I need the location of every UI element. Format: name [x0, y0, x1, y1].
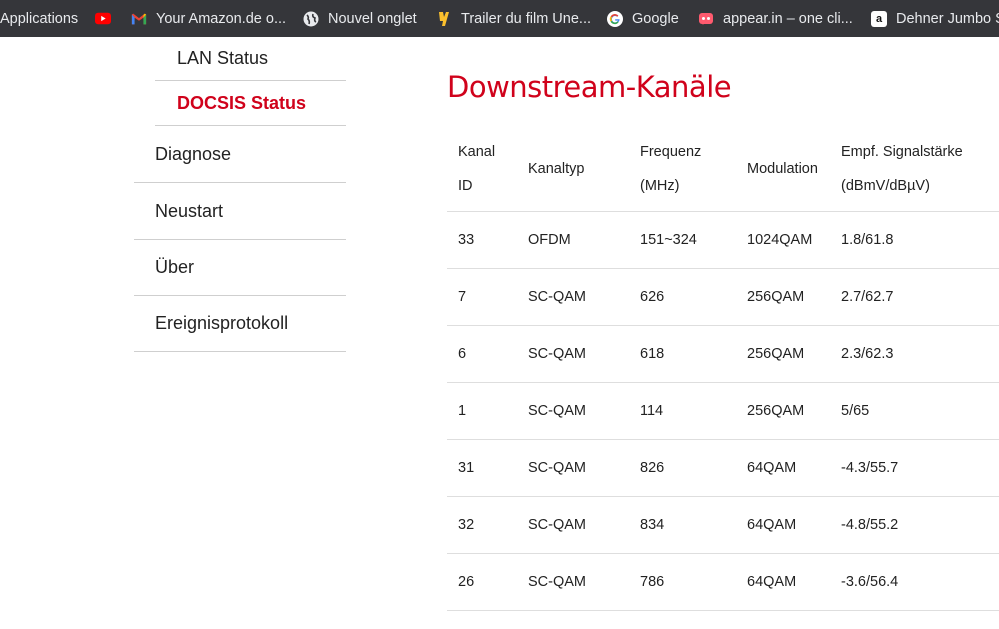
- header-frequenz: Frequenz (MHz): [629, 127, 736, 212]
- bookmark-label: Trailer du film Une...: [461, 10, 591, 27]
- header-line1: Empf. Signalstärke: [841, 143, 963, 160]
- sidebar-item-label: Ereignisprotokoll: [155, 313, 289, 333]
- header-line1: Kanal: [458, 143, 496, 160]
- sidebar-item-ueber[interactable]: Über: [134, 240, 346, 296]
- cell-kanaltyp: SC-QAM: [517, 268, 629, 326]
- bookmark-label: appear.in – one cli...: [723, 10, 853, 27]
- cell-kanaltyp: OFDM: [517, 211, 629, 269]
- bookmark-your-amazon[interactable]: Your Amazon.de o...: [131, 11, 286, 27]
- bookmark-youtube[interactable]: [95, 11, 120, 27]
- header-line1: Kanaltyp: [528, 160, 585, 177]
- cell-signalstaerke: 1.8/61.8: [830, 211, 999, 269]
- youtube-icon: [95, 11, 111, 27]
- header-modulation: Modulation: [736, 127, 830, 212]
- appear-icon: [698, 11, 714, 27]
- cell-modulation: 256QAM: [736, 382, 830, 440]
- table-header-row: Kanal ID Kanaltyp Frequenz (MHz) Modulat…: [447, 127, 999, 212]
- header-kanal-id: Kanal ID: [447, 127, 517, 212]
- cell-kanal-id: 31: [447, 439, 517, 497]
- google-icon: [607, 10, 623, 27]
- table-row: 26 SC-QAM 786 64QAM -3.6/56.4: [447, 553, 999, 611]
- sidebar-item-label: LAN Status: [177, 48, 269, 68]
- sidebar-item-neustart[interactable]: Neustart: [134, 184, 346, 240]
- cell-modulation: 256QAM: [736, 325, 830, 383]
- bookmark-applications[interactable]: Applications: [0, 11, 78, 27]
- bookmark-appear-in[interactable]: appear.in – one cli...: [698, 11, 853, 27]
- sidebar-item-lan-status[interactable]: LAN Status: [155, 37, 346, 81]
- cell-frequenz: 834: [629, 496, 736, 554]
- cell-frequenz: 151~324: [629, 211, 736, 269]
- cell-signalstaerke: -4.8/55.2: [830, 496, 999, 554]
- table-row: 6 SC-QAM 618 256QAM 2.3/62.3: [447, 325, 999, 383]
- cell-kanaltyp: SC-QAM: [517, 325, 629, 383]
- sidebar-item-diagnose[interactable]: Diagnose: [134, 127, 346, 183]
- table-row: 33 OFDM 151~324 1024QAM 1.8/61.8: [447, 211, 999, 269]
- cell-kanal-id: 33: [447, 211, 517, 269]
- cell-frequenz: 626: [629, 268, 736, 326]
- bookmark-label: Your Amazon.de o...: [156, 10, 287, 27]
- sidebar-item-label: Diagnose: [155, 144, 232, 164]
- bookmark-google[interactable]: Google: [607, 10, 679, 27]
- gmail-icon: [131, 11, 147, 27]
- sidebar-item-label: DOCSIS Status: [177, 93, 307, 113]
- table-row: 31 SC-QAM 826 64QAM -4.3/55.7: [447, 439, 999, 497]
- table-row: 1 SC-QAM 114 256QAM 5/65: [447, 382, 999, 440]
- sidebar-item-docsis-status[interactable]: DOCSIS Status: [155, 82, 346, 126]
- header-signalstaerke: Empf. Signalstärke (dBmV/dBµV): [830, 127, 999, 212]
- cell-frequenz: 114: [629, 382, 736, 440]
- cell-kanal-id: 7: [447, 268, 517, 326]
- header-line2: (MHz): [640, 177, 680, 194]
- header-line1: Modulation: [747, 160, 818, 177]
- cell-kanal-id: 26: [447, 553, 517, 611]
- cell-kanaltyp: SC-QAM: [517, 496, 629, 554]
- sidebar-item-label: Neustart: [155, 201, 224, 221]
- page-title: Downstream-Kanäle: [447, 70, 732, 104]
- bookmark-label: Nouvel onglet: [328, 10, 417, 27]
- cell-frequenz: 826: [629, 439, 736, 497]
- cell-kanal-id: 6: [447, 325, 517, 383]
- header-line2: (dBmV/dBµV): [841, 177, 930, 194]
- sidebar-item-ereignisprotokoll[interactable]: Ereignisprotokoll: [134, 296, 346, 352]
- cell-kanal-id: 1: [447, 382, 517, 440]
- cell-modulation: 256QAM: [736, 268, 830, 326]
- cell-modulation: 64QAM: [736, 439, 830, 497]
- sidebar-item-label: Über: [155, 257, 195, 277]
- cell-signalstaerke: -4.3/55.7: [830, 439, 999, 497]
- bookmarks-bar: Applications Your Amazon.de o... Nouvel …: [0, 0, 999, 37]
- globe-icon: [303, 11, 319, 27]
- amazon-icon: a: [871, 10, 887, 27]
- header-kanaltyp: Kanaltyp: [517, 127, 629, 212]
- cell-signalstaerke: 2.3/62.3: [830, 325, 999, 383]
- cell-signalstaerke: 2.7/62.7: [830, 268, 999, 326]
- table-row: 7 SC-QAM 626 256QAM 2.7/62.7: [447, 268, 999, 326]
- bookmark-label: Dehner Jumbo S: [896, 10, 999, 27]
- bookmark-trailer[interactable]: Trailer du film Une...: [436, 11, 591, 27]
- header-line2: ID: [458, 177, 473, 194]
- header-line1: Frequenz: [640, 143, 702, 160]
- cell-kanaltyp: SC-QAM: [517, 439, 629, 497]
- bookmark-dehner[interactable]: a Dehner Jumbo S: [871, 10, 999, 27]
- cell-modulation: 1024QAM: [736, 211, 830, 269]
- downstream-channels-table: Kanal ID Kanaltyp Frequenz (MHz) Modulat…: [447, 127, 999, 611]
- bookmark-label: Applications: [0, 10, 79, 27]
- cell-modulation: 64QAM: [736, 496, 830, 554]
- film-icon: [436, 11, 452, 27]
- cell-kanaltyp: SC-QAM: [517, 382, 629, 440]
- cell-signalstaerke: 5/65: [830, 382, 999, 440]
- cell-signalstaerke: -3.6/56.4: [830, 553, 999, 611]
- cell-kanal-id: 32: [447, 496, 517, 554]
- cell-modulation: 64QAM: [736, 553, 830, 611]
- cell-kanaltyp: SC-QAM: [517, 553, 629, 611]
- cell-frequenz: 618: [629, 325, 736, 383]
- cell-frequenz: 786: [629, 553, 736, 611]
- bookmark-nouvel-onglet[interactable]: Nouvel onglet: [303, 11, 417, 27]
- table-row: 32 SC-QAM 834 64QAM -4.8/55.2: [447, 496, 999, 554]
- bookmark-label: Google: [632, 10, 679, 27]
